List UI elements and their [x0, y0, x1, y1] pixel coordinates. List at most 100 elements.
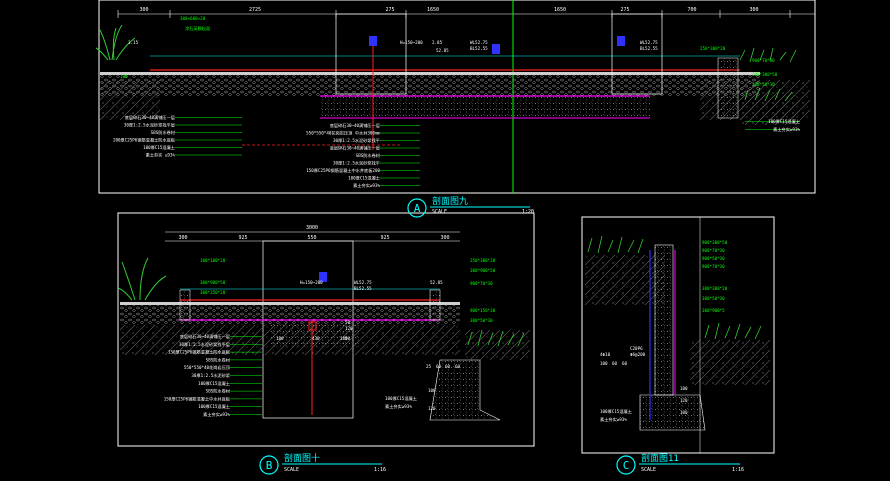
section-c-title-block: C 剖面图11 SCALE 1:16 — [616, 452, 744, 475]
section-a-dim: 300 — [749, 7, 758, 13]
section-a-concrete-slab — [320, 96, 650, 118]
section-b-note: 180 — [276, 336, 284, 341]
section-c-earth-bottom — [690, 340, 770, 385]
section-c-note: 120 — [680, 398, 688, 403]
section-a-layer-left: SBS防水卷材 — [151, 129, 175, 136]
section-c-note: C20P6 — [630, 346, 643, 351]
section-a-layer-mid: 150厚C25P6钢筋混凝土中水井底板200 — [306, 167, 380, 174]
section-b-scale-label: SCALE — [284, 467, 299, 473]
section-a-note: 涂石英颗粒面 — [185, 25, 210, 32]
section-b-right-earth — [465, 330, 530, 360]
section-a-dim: 275 — [620, 7, 629, 13]
section-b-note: 100 — [428, 388, 436, 393]
section-b-note: BL52.55 — [354, 286, 372, 291]
section-c-grass-top — [587, 235, 644, 254]
section-b-scale: 1:16 — [374, 467, 386, 473]
section-b-marker: B — [266, 459, 273, 472]
section-a-note: 250*300*20 — [700, 46, 726, 51]
section-c-note: 300*50*30 — [702, 296, 725, 301]
section-b-note: 430 — [312, 336, 320, 341]
section-b-layer: 素土夯实≥93% — [203, 411, 230, 418]
section-b-layer: 550*550*40花岗岩压顶 — [184, 364, 231, 371]
section-a-dim: 275 — [385, 7, 394, 13]
section-b-title: 剖面图十 — [284, 452, 320, 464]
section-c-marker: C — [623, 459, 630, 472]
section-a-layer-left: 200厚C25P6钢筋混凝土防水底板 — [113, 137, 176, 144]
section-b-layer: 150厚C25P6钢筋混凝土中水井底板 — [164, 395, 231, 402]
section-c-note: Φ6@200 — [630, 352, 646, 357]
section-b-note: 52.85 — [430, 280, 443, 285]
section-a-layer-mid: 550*550*40花岗岩压顶 中水井300mm — [306, 130, 380, 137]
section-a-note: 2.85 — [432, 40, 443, 45]
section-b-note: 900*70*30 — [470, 281, 493, 286]
section-b-dim: 3000 — [306, 225, 318, 231]
section-b-note: 300*250*20 — [200, 290, 226, 295]
section-c-layer: 素土夯实≥93% — [600, 416, 627, 423]
section-b-dim: 925 — [238, 235, 247, 241]
section-a-dim: 700 — [687, 7, 696, 13]
section-a-layer-left: 底层碎石30~40满铺压一层 — [125, 114, 175, 121]
section-b-note: 300*900*50 — [470, 268, 496, 273]
section-a-note: WL52.75 — [470, 40, 488, 45]
section-c-note: 900*300*50 — [702, 240, 728, 245]
section-a-layer-left: 素土夯实 ≥93% — [146, 152, 176, 159]
section-b-layer: SBS防水卷材 — [206, 388, 230, 395]
section-a-layer-mid: 底层碎石30~40满铺压一层 — [330, 145, 380, 152]
section-b-note: H=150~200 — [300, 280, 323, 285]
section-c-note: 900*70*30 — [702, 248, 725, 253]
section-a-dim: 1650 — [427, 7, 439, 13]
section-a-layer-mid: 30厚1:2.5水泥砂浆找平 — [333, 160, 380, 167]
section-a-layer-mid: 素土夯实≥93% — [353, 182, 380, 189]
section-c-note: 100 — [600, 361, 608, 366]
section-a-note: BL52.55 — [640, 46, 658, 51]
section-a-dim: 300 — [139, 7, 148, 13]
section-a-earth-left — [100, 80, 160, 120]
section-b-note: 180 — [340, 336, 348, 341]
section-a-note: H=150~200 — [400, 40, 423, 45]
section-c-note: 300*300*20 — [702, 286, 728, 291]
section-b-layer: 30厚1:2.5水泥砂浆找平层 — [179, 341, 230, 348]
section-b-layer: 底层碎石30~40满铺压一层 — [180, 333, 230, 340]
section-b-layer: 100厚C15混凝土 — [198, 403, 230, 410]
section-b-note: 60 — [455, 364, 461, 369]
section-b-dim: 300 — [178, 235, 187, 241]
section-b-note: 60 — [436, 364, 442, 369]
section-a-layer-left: 100厚C15混凝土 — [143, 144, 175, 151]
section-a-note: 900*70*30 — [752, 58, 775, 63]
section-b-note: 900*150*30 — [470, 308, 496, 313]
section-b-foundation — [429, 359, 501, 421]
cad-drawing-canvas: 300 2725 275 1650 1650 275 700 300 300×600×20 涂石英… — [0, 0, 890, 481]
section-a-scale-label: SCALE — [432, 209, 447, 215]
section-c-note: 4Φ10 — [600, 352, 611, 357]
section-a-note: 52.85 — [436, 48, 449, 53]
section-c-scale: 1:16 — [732, 467, 744, 473]
section-c-note: 100 — [680, 386, 688, 391]
section-c-title: 剖面图11 — [641, 452, 679, 464]
section-b-note: 50 — [345, 320, 351, 325]
section-c-note: 300*900*5 — [702, 308, 725, 313]
section-b-note: 100*100*20 — [200, 258, 226, 263]
section-c-layer: 100厚C15混凝土 — [600, 408, 632, 415]
section-a-scale: 1:20 — [522, 209, 534, 215]
section-a-note: WL52.75 — [640, 40, 658, 45]
section-a-right-wall — [717, 57, 739, 119]
section-b-layer: 30厚1:2.5水泥砂浆 — [191, 372, 230, 379]
section-c-note: 900*50*30 — [702, 256, 725, 261]
section-a-dim: 2725 — [249, 7, 261, 13]
section-c-note: 900*70*30 — [702, 264, 725, 269]
section-c-grass-right — [704, 322, 762, 340]
section-a-note: BL52.55 — [470, 46, 488, 51]
section-a-note: 3.15 — [128, 40, 139, 45]
section-b-layer: 150厚C25P6钢筋混凝土防水底板 — [168, 349, 231, 356]
section-b-layer-right: 100厚C15混凝土 — [385, 395, 417, 402]
section-b-plant — [117, 257, 167, 301]
section-a-layer-mid: 底层碎石30~40满铺压一层 — [330, 122, 380, 129]
section-b-layer: 100厚C15混凝土 — [198, 380, 230, 387]
section-a-layer-mid: 100厚C15混凝土 — [348, 175, 380, 182]
section-b-note: 300*900*50 — [200, 280, 226, 285]
section-a-title: 剖面图九 — [432, 195, 468, 207]
section-a-nozzle-right — [617, 36, 625, 46]
section-a-layer-left: 30厚1:2.5水泥砂浆找平层 — [124, 122, 175, 129]
section-c-note: 60 — [612, 361, 618, 366]
section-a-note: 300*300*50 — [752, 72, 778, 77]
